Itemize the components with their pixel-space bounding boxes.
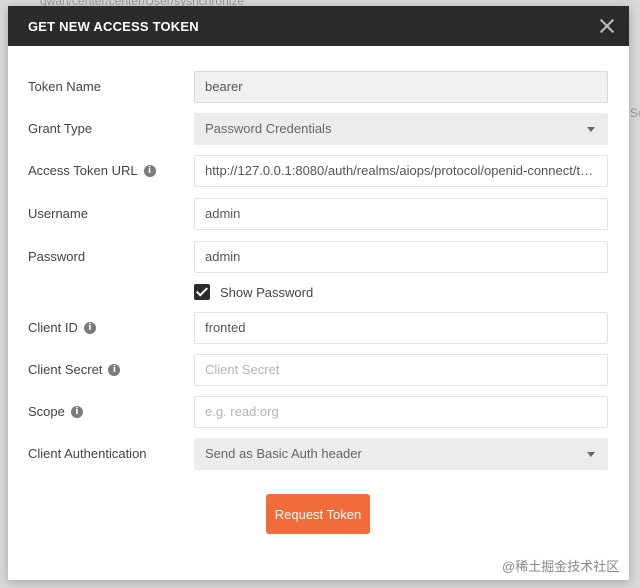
password-row: Password admin: [8, 241, 629, 273]
client-authentication-select[interactable]: Send as Basic Auth header: [194, 438, 608, 470]
client-authentication-row: Client Authentication Send as Basic Auth…: [8, 438, 629, 470]
username-input[interactable]: admin: [194, 198, 608, 230]
info-icon[interactable]: i: [70, 406, 83, 418]
grant-type-value: Password Credentials: [205, 121, 332, 136]
background-right-fragment: Sc: [630, 106, 640, 120]
password-label: Password: [28, 249, 86, 264]
chevron-down-icon: [587, 452, 595, 457]
password-input[interactable]: admin: [194, 241, 608, 273]
token-name-input[interactable]: bearer: [194, 71, 608, 103]
show-password-row: Show Password: [194, 282, 313, 302]
username-label: Username: [28, 206, 88, 221]
scope-row: Scope i e.g. read:org: [8, 396, 629, 428]
grant-type-select[interactable]: Password Credentials: [194, 113, 608, 145]
client-secret-row: Client Secret i Client Secret: [8, 354, 629, 386]
client-id-input[interactable]: fronted: [194, 312, 608, 344]
show-password-checkbox[interactable]: [194, 284, 210, 300]
grant-type-row: Grant Type Password Credentials: [8, 113, 629, 145]
client-id-row: Client ID i fronted: [8, 312, 629, 344]
grant-type-label: Grant Type: [28, 121, 93, 136]
request-token-button[interactable]: Request Token: [266, 494, 370, 534]
modal-title: GET NEW ACCESS TOKEN: [28, 18, 199, 34]
access-token-modal: GET NEW ACCESS TOKEN Token Name bearer G…: [8, 6, 629, 580]
info-icon[interactable]: i: [108, 364, 121, 376]
scope-placeholder: e.g. read:org: [205, 404, 279, 419]
client-secret-placeholder: Client Secret: [205, 362, 280, 377]
access-token-url-input[interactable]: http://127.0.0.1:8080/auth/realms/aiops/…: [194, 155, 608, 187]
client-authentication-label: Client Authentication: [28, 446, 147, 461]
client-authentication-value: Send as Basic Auth header: [205, 446, 362, 461]
access-token-url-row: Access Token URL i http://127.0.0.1:8080…: [8, 155, 629, 187]
info-icon[interactable]: i: [143, 165, 156, 177]
scope-label: Scope i: [28, 396, 83, 428]
scope-input[interactable]: e.g. read:org: [194, 396, 608, 428]
username-row: Username admin: [8, 198, 629, 230]
chevron-down-icon: [587, 127, 595, 132]
token-name-label: Token Name: [28, 79, 101, 94]
client-id-label: Client ID i: [28, 312, 96, 344]
client-secret-label: Client Secret i: [28, 354, 121, 386]
watermark: @稀土掘金技术社区: [502, 559, 620, 574]
modal-header: GET NEW ACCESS TOKEN: [8, 6, 629, 46]
close-icon[interactable]: [599, 18, 615, 34]
info-icon[interactable]: i: [83, 322, 96, 334]
client-secret-input[interactable]: Client Secret: [194, 354, 608, 386]
token-name-row: Token Name bearer: [8, 71, 629, 103]
access-token-url-label: Access Token URL i: [28, 155, 156, 187]
show-password-label: Show Password: [220, 284, 314, 300]
